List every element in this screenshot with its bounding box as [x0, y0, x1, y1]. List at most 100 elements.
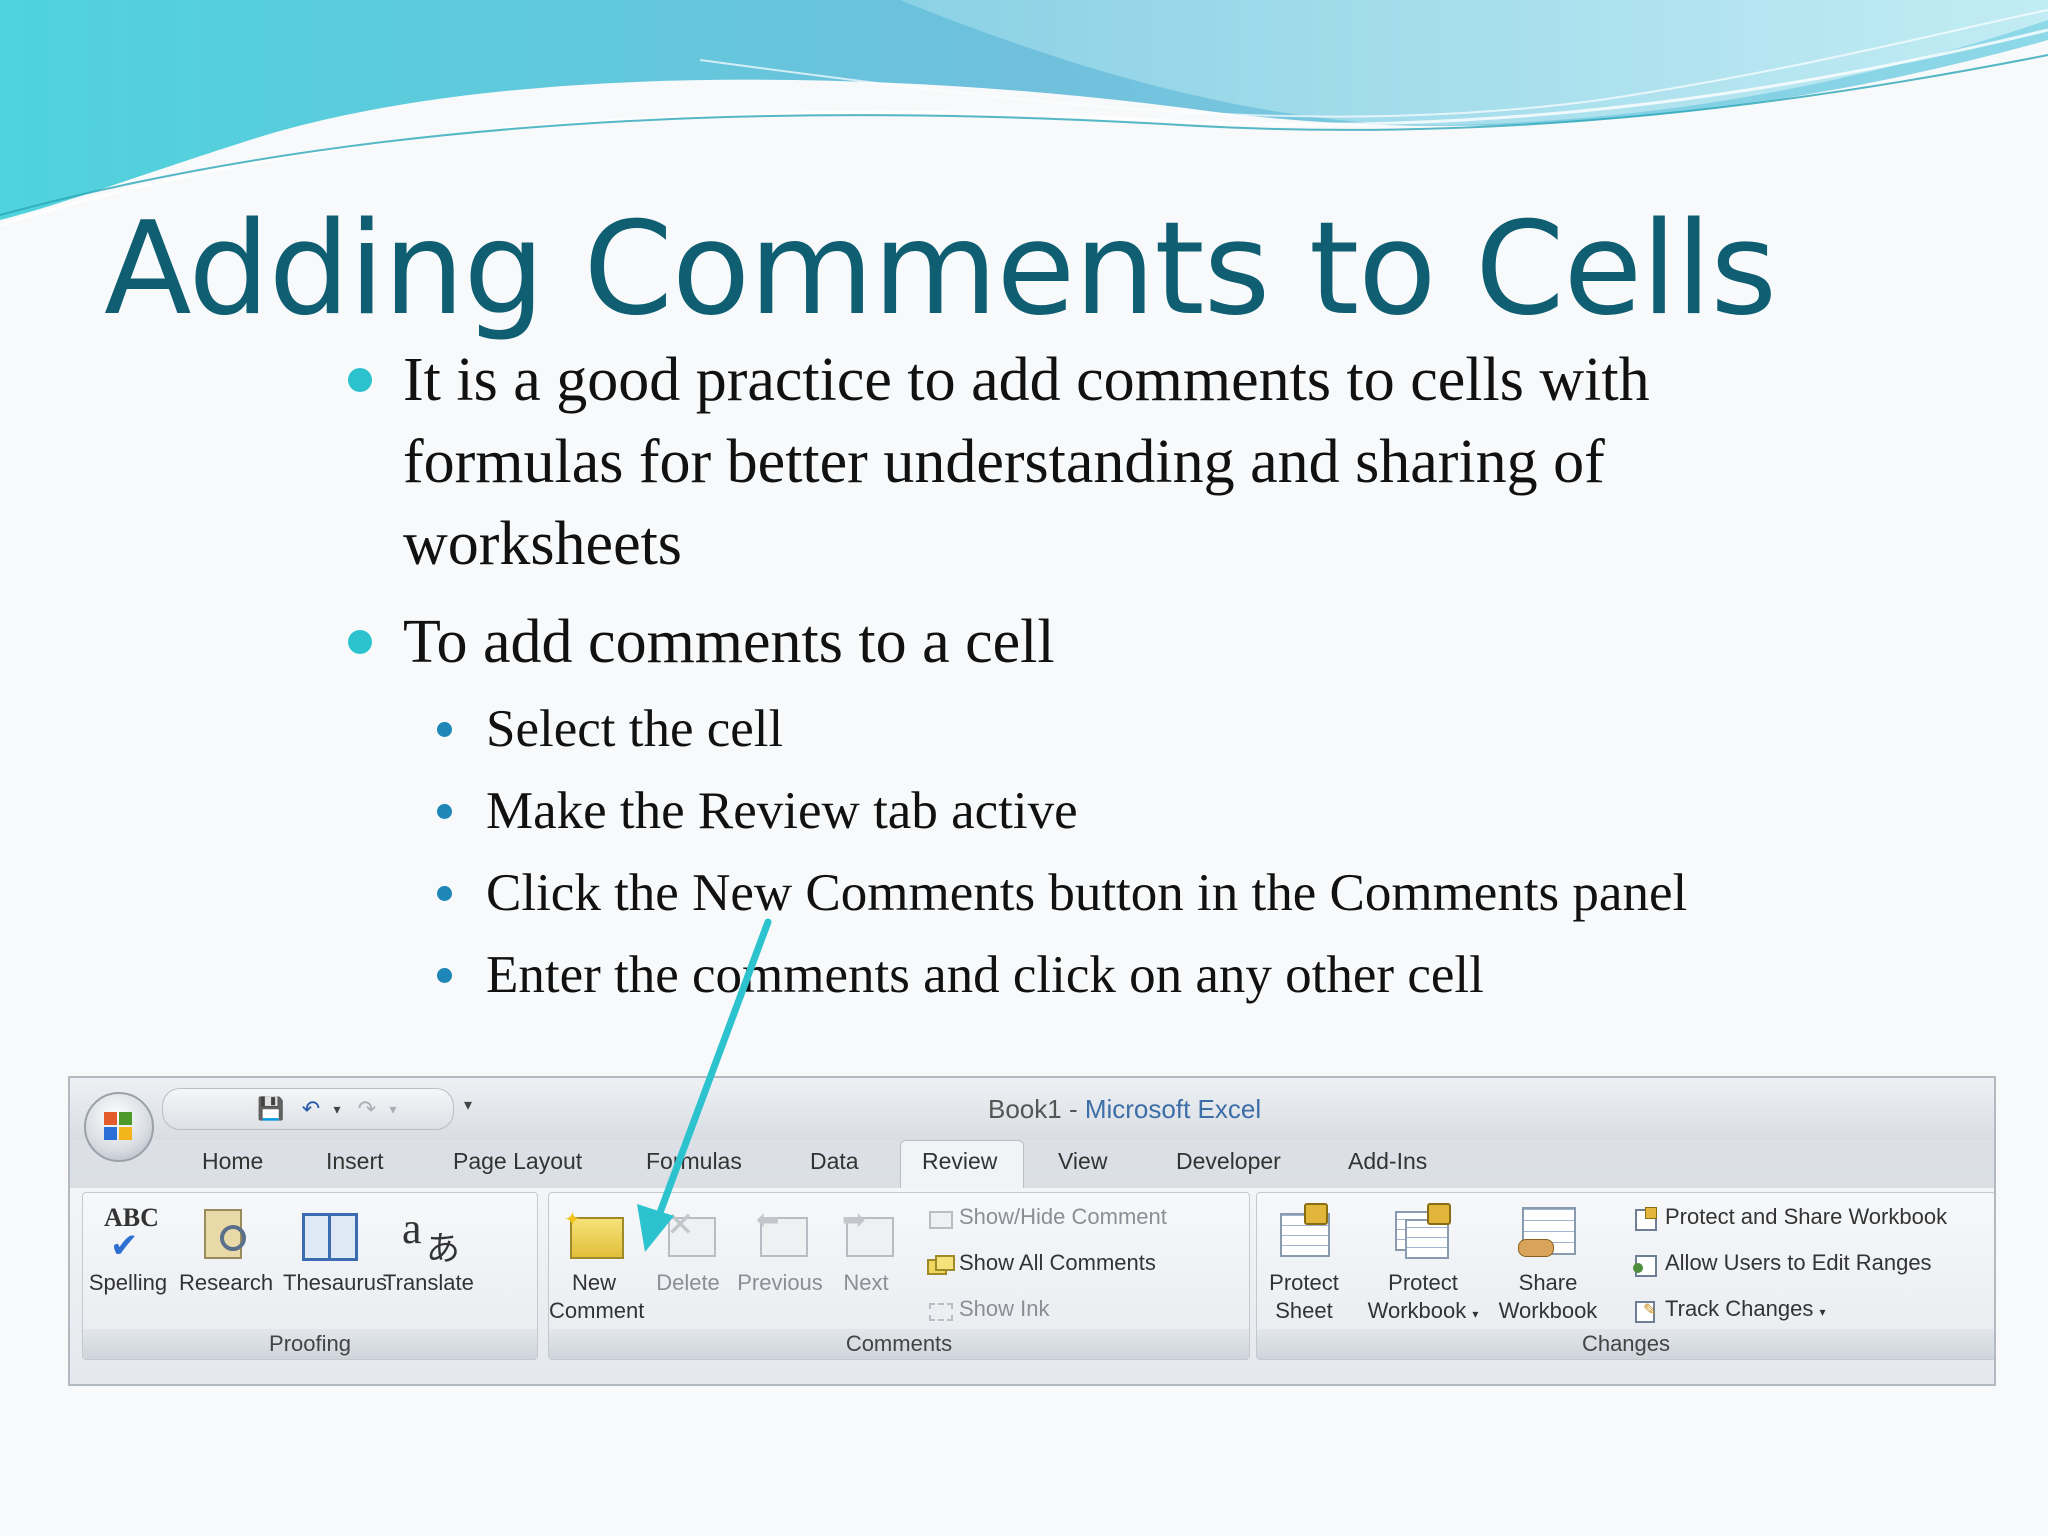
- previous-comment-label: Previous: [737, 1270, 823, 1295]
- research-button[interactable]: Research: [179, 1203, 274, 1297]
- slide-title: Adding Comments to Cells: [104, 195, 1777, 344]
- protect-sheet-label-line1: Protect: [1269, 1270, 1339, 1295]
- sub-bullet-item: Click the New Comments button in the Com…: [486, 864, 1688, 922]
- window-title-app: Microsoft Excel: [1084, 1094, 1262, 1124]
- tab-page-layout[interactable]: Page Layout: [453, 1148, 582, 1175]
- tab-review[interactable]: Review: [922, 1148, 997, 1175]
- previous-comment-button[interactable]: ⬅ Previous: [735, 1203, 825, 1297]
- bullet-item: To add comments to a cell: [403, 608, 1055, 676]
- protect-workbook-label-line1: Protect: [1388, 1270, 1458, 1295]
- delete-comment-icon: ✕: [658, 1203, 718, 1263]
- new-comment-label: New Comment: [549, 1269, 645, 1325]
- protect-sheet-label-line2: Sheet: [1275, 1298, 1333, 1323]
- share-workbook-label-line1: Share: [1518, 1270, 1578, 1295]
- protect-workbook-button[interactable]: Protect Workbook ▾: [1363, 1203, 1483, 1328]
- thesaurus-icon: [298, 1203, 358, 1263]
- protect-sheet-button[interactable]: Protect Sheet: [1259, 1203, 1349, 1325]
- protect-workbook-dropdown-icon[interactable]: ▾: [1472, 1307, 1478, 1321]
- protect-workbook-icon: [1393, 1203, 1453, 1263]
- undo-dropdown-icon[interactable]: ▾: [323, 1095, 351, 1123]
- show-hide-comment-icon: [927, 1207, 953, 1230]
- sub-bullet-dot: [437, 722, 452, 737]
- allow-users-icon: [1633, 1253, 1659, 1278]
- share-workbook-icon: [1518, 1203, 1578, 1263]
- customize-qat-icon[interactable]: ▾: [454, 1092, 482, 1120]
- translate-button[interactable]: a あ Translate: [383, 1203, 474, 1297]
- excel-ribbon-screenshot: 💾 ↶ ▾ ↷ ▾ ▾ Book1 - Microsoft Excel Home…: [68, 1076, 1996, 1386]
- thesaurus-button[interactable]: Thesaurus: [283, 1203, 387, 1297]
- sub-bullet-item: Make the Review tab active: [486, 782, 1078, 840]
- show-all-comments-label: Show All Comments: [959, 1250, 1156, 1275]
- previous-comment-icon: ⬅: [750, 1203, 810, 1263]
- tab-formulas[interactable]: Formulas: [646, 1148, 742, 1175]
- bullet-dot: [348, 630, 372, 654]
- ribbon-tabs: Home Insert Page Layout Formulas Data Re…: [70, 1140, 1994, 1190]
- research-icon: [194, 1203, 254, 1263]
- protect-workbook-label-text: Workbook: [1367, 1298, 1467, 1323]
- tab-home[interactable]: Home: [202, 1148, 263, 1175]
- show-ink-button[interactable]: Show Ink: [927, 1289, 1050, 1329]
- bullet-item: It is a good practice to add comments to…: [403, 346, 1650, 578]
- window-title-doc: Book1: [988, 1094, 1062, 1124]
- share-workbook-button[interactable]: Share Workbook: [1493, 1203, 1603, 1325]
- undo-icon[interactable]: ↶: [297, 1095, 325, 1123]
- next-comment-icon: ➡: [836, 1203, 896, 1263]
- show-ink-icon: [927, 1299, 953, 1322]
- tab-add-ins[interactable]: Add-Ins: [1348, 1148, 1427, 1175]
- next-comment-button[interactable]: ➡ Next: [821, 1203, 911, 1297]
- tab-insert[interactable]: Insert: [326, 1148, 384, 1175]
- group-label-proofing: Proofing: [83, 1329, 537, 1359]
- delete-comment-button[interactable]: ✕ Delete: [643, 1203, 733, 1297]
- show-hide-comment-label: Show/Hide Comment: [959, 1204, 1167, 1229]
- new-comment-label-line2: Comment: [549, 1298, 645, 1323]
- next-comment-label: Next: [843, 1270, 889, 1295]
- spelling-label: Spelling: [88, 1270, 168, 1295]
- thesaurus-label: Thesaurus: [283, 1270, 387, 1295]
- new-comment-button[interactable]: ✦ New Comment: [549, 1203, 645, 1325]
- track-changes-label: Track Changes: [1665, 1296, 1814, 1321]
- window-title-sep: -: [1061, 1094, 1085, 1124]
- protect-workbook-label-line2: Workbook ▾: [1363, 1297, 1483, 1328]
- protect-sheet-icon: [1274, 1203, 1334, 1263]
- redo-icon[interactable]: ↷: [353, 1095, 381, 1123]
- bullet-dot: [348, 368, 372, 392]
- quick-access-toolbar: 💾 ↶ ▾ ↷ ▾: [162, 1088, 454, 1130]
- group-changes: Protect Sheet Protect Workbook ▾ Share W…: [1256, 1192, 1994, 1360]
- translate-label: Translate: [383, 1270, 474, 1295]
- show-ink-label: Show Ink: [959, 1296, 1050, 1321]
- sub-bullet-dot: [437, 968, 452, 983]
- show-hide-comment-button[interactable]: Show/Hide Comment: [927, 1197, 1167, 1237]
- ribbon-body: ABC ✔ Spelling Research Thesaurus a あ Tr…: [70, 1188, 1994, 1384]
- sub-bullet-dot: [437, 886, 452, 901]
- track-changes-button[interactable]: ✎ Track Changes ▾: [1633, 1289, 1826, 1329]
- track-changes-icon: ✎: [1633, 1299, 1659, 1324]
- show-all-comments-button[interactable]: Show All Comments: [927, 1243, 1156, 1283]
- window-title: Book1 - Microsoft Excel: [988, 1094, 1261, 1125]
- allow-users-edit-ranges-button[interactable]: Allow Users to Edit Ranges: [1633, 1243, 1932, 1283]
- sub-bullet-dot: [437, 804, 452, 819]
- spelling-button[interactable]: ABC ✔ Spelling: [83, 1203, 173, 1297]
- redo-dropdown-icon[interactable]: ▾: [379, 1095, 407, 1123]
- group-label-comments: Comments: [549, 1329, 1249, 1359]
- tab-data[interactable]: Data: [810, 1148, 859, 1175]
- track-changes-dropdown-icon[interactable]: ▾: [1820, 1305, 1826, 1319]
- sub-bullet-item: Select the cell: [486, 700, 784, 758]
- tab-view[interactable]: View: [1058, 1148, 1107, 1175]
- protect-workbook-label: Protect Workbook ▾: [1363, 1269, 1483, 1328]
- group-comments: ✦ New Comment ✕ Delete ⬅ Previous ➡ Next…: [548, 1192, 1250, 1360]
- group-label-changes: Changes: [1257, 1329, 1994, 1359]
- office-button-icon: [104, 1112, 134, 1142]
- new-comment-label-line1: New: [571, 1270, 616, 1295]
- allow-users-label: Allow Users to Edit Ranges: [1665, 1250, 1932, 1275]
- share-workbook-label: Share Workbook: [1493, 1269, 1603, 1325]
- protect-and-share-icon: [1633, 1207, 1659, 1232]
- spelling-icon: ABC ✔: [104, 1203, 159, 1265]
- delete-comment-label: Delete: [656, 1270, 720, 1295]
- translate-icon: a あ: [402, 1204, 460, 1268]
- excel-title-bar: 💾 ↶ ▾ ↷ ▾ ▾ Book1 - Microsoft Excel: [70, 1078, 1994, 1140]
- save-icon[interactable]: 💾: [257, 1095, 285, 1123]
- research-label: Research: [179, 1270, 274, 1295]
- tab-developer[interactable]: Developer: [1176, 1148, 1281, 1175]
- protect-and-share-workbook-button[interactable]: Protect and Share Workbook: [1633, 1197, 1947, 1237]
- show-all-comments-icon: [927, 1253, 955, 1276]
